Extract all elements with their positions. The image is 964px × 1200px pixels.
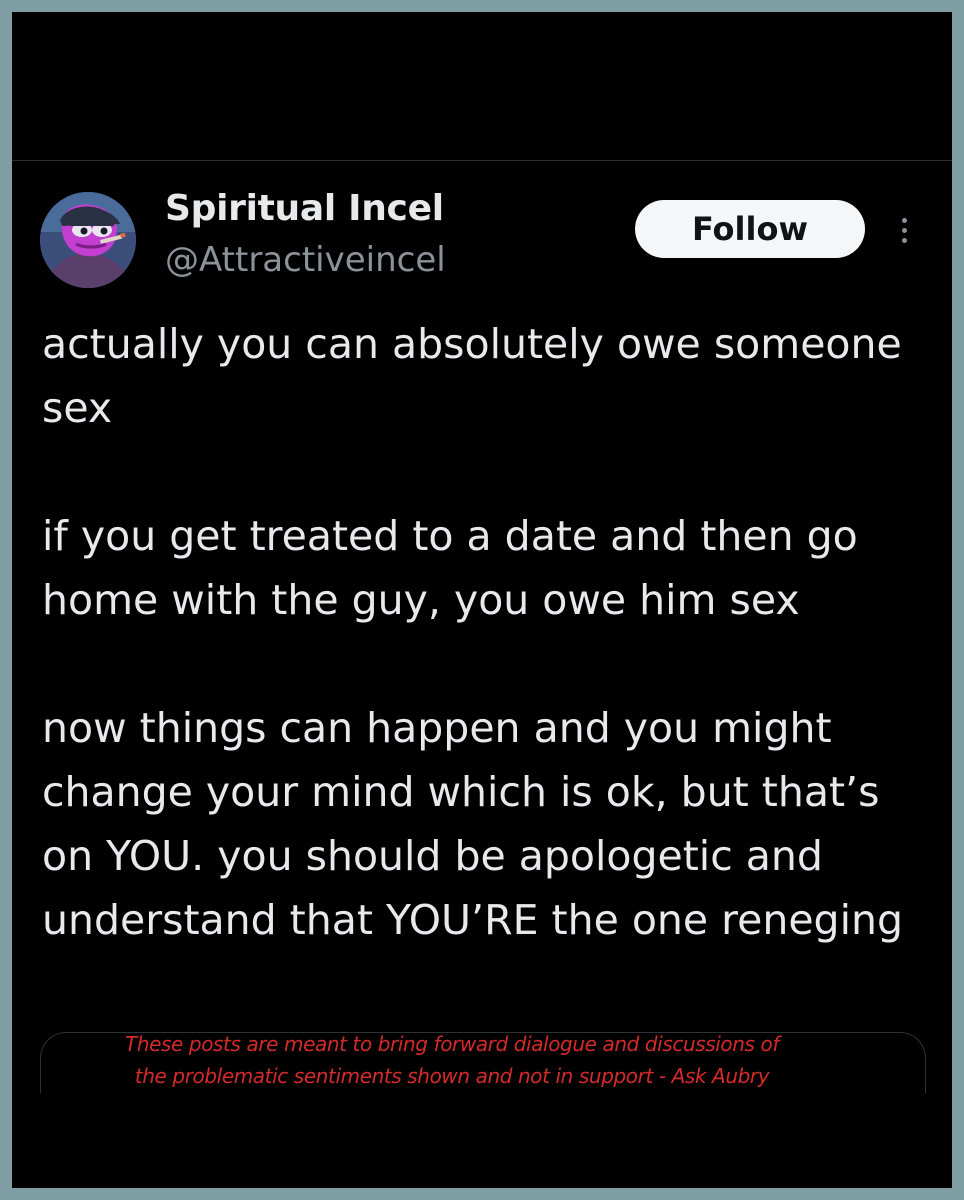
post-frame: Spiritual Incel @Attractiveincel Follow … <box>12 12 952 1188</box>
author-name[interactable]: Spiritual Incel <box>165 188 444 229</box>
more-dot <box>901 217 907 223</box>
more-vertical-icon[interactable] <box>892 210 916 250</box>
avatar-image <box>40 192 136 288</box>
tweet-text: actually you can absolutely owe someone … <box>42 312 942 952</box>
author-handle[interactable]: @Attractiveincel <box>165 240 446 280</box>
tweet-paragraph: if you get treated to a date and then go… <box>42 512 858 624</box>
divider <box>12 160 952 161</box>
more-dot <box>901 227 907 233</box>
more-dot <box>901 237 907 243</box>
tweet-paragraph: actually you can absolutely owe someone … <box>42 320 902 432</box>
disclaimer-line: the problematic sentiments shown and not… <box>134 1064 770 1088</box>
avatar[interactable] <box>40 192 136 288</box>
disclaimer-line: These posts are meant to bring forward d… <box>125 1032 779 1056</box>
tweet-paragraph: now things can happen and you might chan… <box>42 704 903 944</box>
disclaimer-overlay: These posts are meant to bring forward d… <box>52 1028 852 1092</box>
follow-button[interactable]: Follow <box>635 200 865 258</box>
